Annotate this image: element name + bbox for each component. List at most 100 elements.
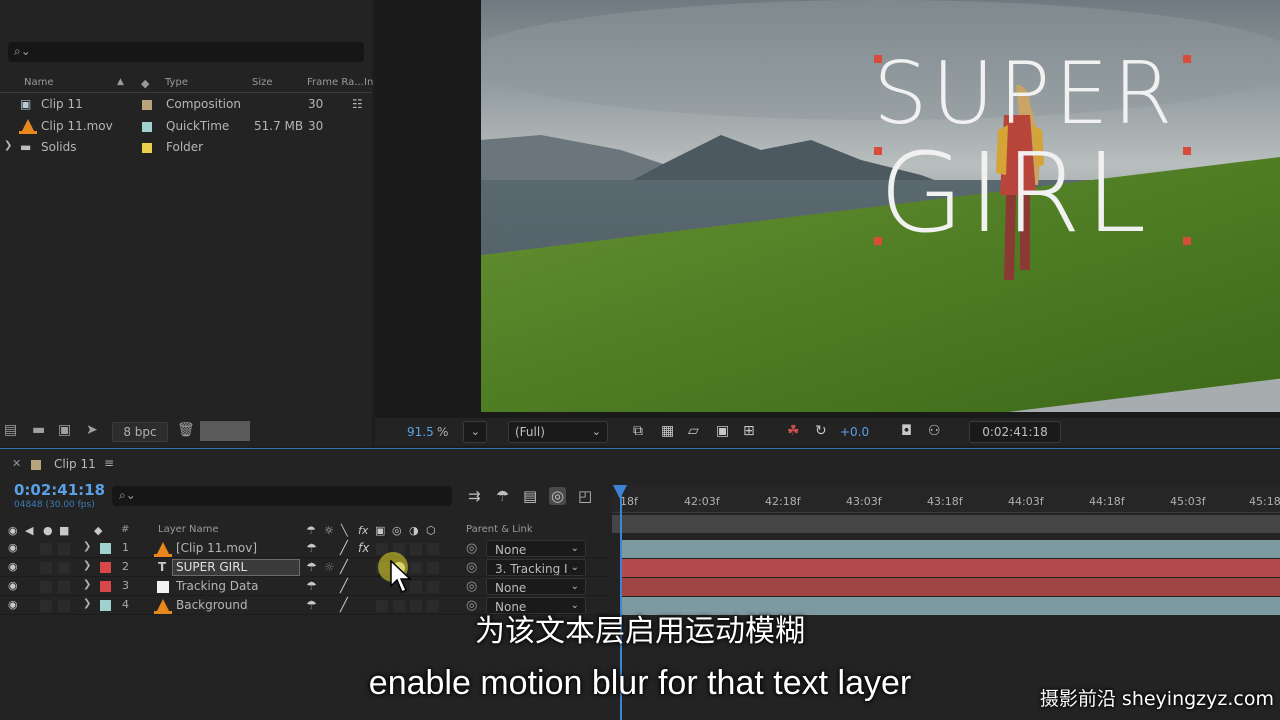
quality-icon[interactable]: ╱ <box>340 541 348 556</box>
lock-switch-icon[interactable]: ■ <box>59 524 69 537</box>
project-search-input[interactable]: ⌕⌄ <box>8 42 364 62</box>
shy-icon[interactable]: ☂ <box>306 560 317 574</box>
parent-dropdown[interactable]: None ⌄ <box>486 578 586 595</box>
effects-switch-icon[interactable]: fx <box>358 524 368 537</box>
expand-arrow-icon[interactable]: ❯ <box>83 579 91 590</box>
quality-icon[interactable]: ╱ <box>340 560 348 575</box>
graph-editor-icon[interactable]: ◰ <box>578 487 592 505</box>
mask-path-icon[interactable]: ▱ <box>688 423 699 439</box>
bbox-handle[interactable] <box>874 55 882 63</box>
viewer-timecode[interactable]: 0:02:41:18 <box>969 421 1061 443</box>
layer-name-selected[interactable]: SUPER GIRL <box>172 559 300 576</box>
adjustment-box[interactable] <box>410 543 422 555</box>
pickwhip-icon[interactable]: ◎ <box>466 560 477 575</box>
shy-switch-icon[interactable]: ☂ <box>306 524 316 537</box>
solo-box[interactable] <box>40 581 52 593</box>
resolution-dropdown[interactable]: (Full) ⌄ <box>508 421 608 443</box>
label-tag-icon[interactable]: ◆ <box>141 77 149 90</box>
viewer-frame[interactable]: SUPER GIRL <box>481 0 1280 412</box>
grid-guides-icon[interactable]: ⊞ <box>743 423 755 439</box>
expand-arrow-icon[interactable]: ❯ <box>4 140 12 151</box>
quality-switch-icon[interactable]: ╲ <box>341 524 348 537</box>
layer-row[interactable]: ◉ ❯ 2 T SUPER GIRL ☂ ☼ ╱ ◎ 3. Tracking I… <box>0 558 612 577</box>
layer-label-swatch[interactable] <box>100 581 111 592</box>
layer-row[interactable]: ◉ ❯ 1 [Clip 11.mov] ☂ ╱ fx ◎ None ⌄ <box>0 539 612 558</box>
project-item-folder[interactable]: ❯ ▬ Solids Folder <box>0 137 350 158</box>
time-ruler[interactable]: 18f 42:03f 42:18f 43:03f 43:18f 44:03f 4… <box>612 485 1280 513</box>
collapse-switch-icon[interactable]: ☼ <box>324 524 334 537</box>
adjustment-switch-icon[interactable]: ◑ <box>409 524 419 537</box>
new-folder-icon[interactable]: ▬ <box>32 422 45 438</box>
shy-layers-icon[interactable]: ☂ <box>496 487 509 505</box>
bbox-handle[interactable] <box>874 237 882 245</box>
col-layer-name[interactable]: Layer Name <box>158 524 219 535</box>
3d-box[interactable] <box>427 543 439 555</box>
project-item-footage[interactable]: Clip 11.mov QuickTime 51.7 MB 30 <box>0 116 350 137</box>
layer-label-swatch[interactable] <box>100 543 111 554</box>
render-queue-icon[interactable]: ➤ <box>86 422 98 438</box>
solo-box[interactable] <box>40 543 52 555</box>
bit-depth-button[interactable]: 8 bpc <box>112 422 168 442</box>
col-in[interactable]: In <box>364 77 373 88</box>
layer-bar[interactable] <box>620 578 1280 596</box>
expand-arrow-icon[interactable]: ❯ <box>83 560 91 571</box>
parent-dropdown[interactable]: 3. Tracking I ⌄ <box>486 559 586 576</box>
bbox-handle[interactable] <box>1183 237 1191 245</box>
3d-box[interactable] <box>427 581 439 593</box>
col-framerate[interactable]: Frame Ra... <box>307 77 364 88</box>
comp-flowchart-icon[interactable]: ⇉ <box>468 487 481 505</box>
quality-icon[interactable]: ╱ <box>340 579 348 594</box>
col-parent-link[interactable]: Parent & Link <box>466 524 533 535</box>
transparency-grid-icon[interactable]: ▦ <box>661 423 674 439</box>
layer-bar[interactable] <box>620 540 1280 558</box>
sort-arrow-icon[interactable]: ▲ <box>117 77 124 87</box>
pickwhip-icon[interactable]: ◎ <box>466 541 477 556</box>
trash-icon[interactable]: 🗑 <box>177 422 195 438</box>
lock-box[interactable] <box>58 581 70 593</box>
color-channels-icon[interactable]: ☘ <box>787 423 800 439</box>
collapse-icon[interactable]: ☼ <box>324 560 335 574</box>
motion-blur-toggle-icon[interactable]: ◎ <box>549 487 567 505</box>
current-time-display[interactable]: 0:02:41:18 <box>14 481 105 499</box>
close-icon[interactable]: ✕ <box>12 457 21 470</box>
bbox-handle[interactable] <box>1183 147 1191 155</box>
solo-switch-icon[interactable]: ● <box>43 524 53 537</box>
label-tag-icon[interactable]: ◆ <box>94 524 102 537</box>
fast-previews-icon[interactable]: ⧉ <box>633 423 643 439</box>
shy-icon[interactable]: ☂ <box>306 541 317 555</box>
reset-exposure-icon[interactable]: ↻ <box>815 423 827 439</box>
work-area-bar[interactable] <box>612 515 1280 533</box>
3d-layer-switch-icon[interactable]: ⬡ <box>426 524 436 537</box>
frame-blend-switch-icon[interactable]: ▣ <box>375 524 385 537</box>
lock-box[interactable] <box>58 562 70 574</box>
exposure-value[interactable]: +0.0 <box>840 425 869 439</box>
project-item-composition[interactable]: ▣ Clip 11 Composition 30 ☷ <box>0 94 363 115</box>
layer-label-swatch[interactable] <box>100 562 111 573</box>
region-of-interest-icon[interactable]: ▣ <box>716 423 729 439</box>
eye-icon[interactable]: ◉ <box>8 560 18 573</box>
lock-box[interactable] <box>58 543 70 555</box>
parent-dropdown[interactable]: None ⌄ <box>486 540 586 557</box>
layer-row[interactable]: ◉ ❯ 3 Tracking Data ☂ ╱ ◎ None ⌄ <box>0 577 612 596</box>
new-composition-icon[interactable]: ▣ <box>58 422 71 438</box>
magnification-value[interactable]: 91.5 <box>407 425 434 439</box>
bbox-handle[interactable] <box>1183 55 1191 63</box>
timeline-search-input[interactable]: ⌕⌄ <box>112 486 452 506</box>
col-size[interactable]: Size <box>252 77 273 88</box>
effects-icon[interactable]: fx <box>358 541 369 555</box>
motion-blur-switch-icon[interactable]: ◎ <box>392 524 402 537</box>
interpret-footage-icon[interactable]: ▤ <box>4 422 17 438</box>
hamburger-menu-icon[interactable]: ≡ <box>104 456 114 470</box>
snapshot-camera-icon[interactable]: ◘ <box>901 423 912 439</box>
layer-name[interactable]: [Clip 11.mov] <box>176 541 257 555</box>
video-switch-icon[interactable]: ◉ <box>8 524 18 537</box>
3d-box[interactable] <box>427 562 439 574</box>
show-snapshot-icon[interactable]: ⚇ <box>928 423 941 439</box>
bbox-handle[interactable] <box>874 147 882 155</box>
col-name[interactable]: Name <box>24 77 54 88</box>
flowchart-icon[interactable]: ☷ <box>352 97 363 111</box>
col-type[interactable]: Type <box>165 77 188 88</box>
frame-blending-icon[interactable]: ▤ <box>523 487 537 505</box>
shy-icon[interactable]: ☂ <box>306 579 317 593</box>
layer-bar[interactable] <box>620 559 1280 577</box>
